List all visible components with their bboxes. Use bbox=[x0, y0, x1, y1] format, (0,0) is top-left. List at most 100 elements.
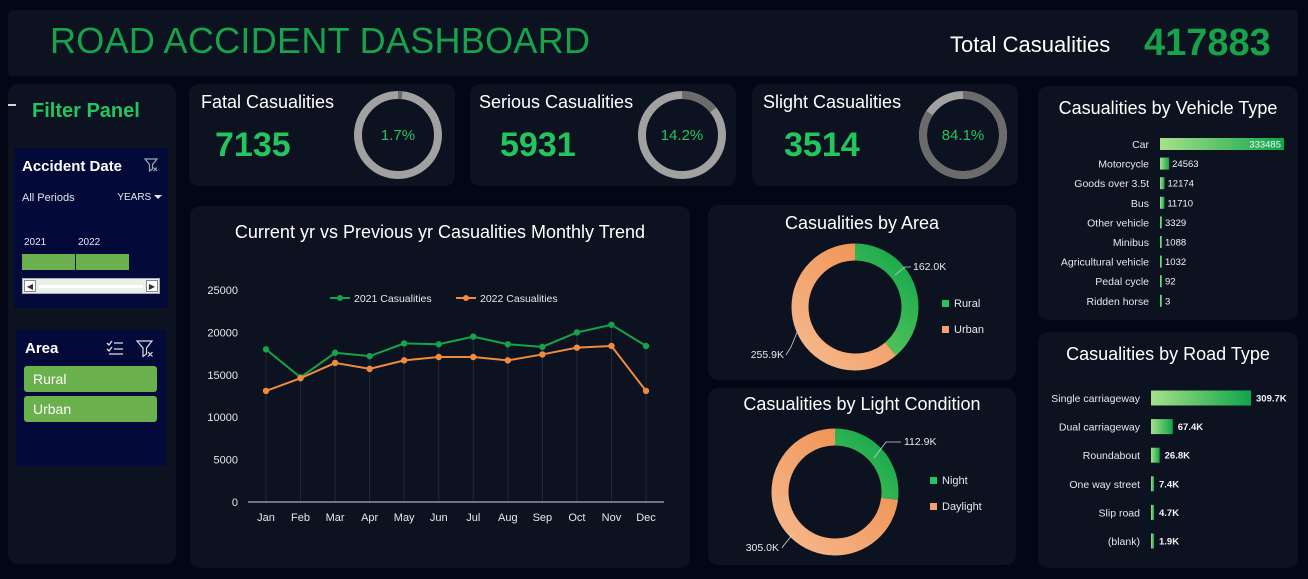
category-label: Goods over 3.5t bbox=[1074, 178, 1149, 190]
y-tick-label: 20000 bbox=[207, 327, 238, 339]
bar bbox=[1160, 236, 1162, 248]
x-tick-label: Aug bbox=[498, 512, 518, 524]
legend-swatch bbox=[942, 300, 949, 307]
accident-date-slicer: Accident Date All Periods YEARS 2021 202… bbox=[14, 148, 168, 308]
year-bar-2021[interactable] bbox=[22, 254, 75, 270]
legend-swatch bbox=[930, 477, 937, 484]
category-label: Minibus bbox=[1113, 237, 1149, 249]
value-label: 24563 bbox=[1172, 159, 1198, 170]
kpi-percentage: 14.2% bbox=[661, 127, 704, 144]
kpi-value: 7135 bbox=[215, 126, 291, 164]
category-label: Agricultural vehicle bbox=[1061, 257, 1149, 269]
scroll-track[interactable] bbox=[39, 285, 143, 288]
data-point bbox=[470, 353, 477, 361]
series-line-2022 bbox=[265, 344, 647, 392]
kpi-percentage: 1.7% bbox=[381, 127, 415, 144]
data-point bbox=[573, 344, 581, 351]
legend-label: Rural bbox=[954, 298, 980, 310]
data-point bbox=[573, 329, 581, 336]
year-bar-2022[interactable] bbox=[76, 254, 129, 270]
data-point bbox=[435, 341, 442, 348]
x-tick-label: Jan bbox=[257, 512, 275, 524]
legend-swatch bbox=[930, 503, 937, 510]
bar bbox=[1160, 255, 1162, 268]
total-casualities-label: Total Casualities bbox=[950, 32, 1111, 57]
category-label: Car bbox=[1132, 139, 1149, 151]
legend-label: Urban bbox=[954, 324, 984, 336]
total-casualities-value: 417883 bbox=[1144, 22, 1271, 64]
data-point bbox=[608, 321, 615, 328]
data-label: 305.0K bbox=[746, 542, 779, 554]
y-tick-label: 10000 bbox=[207, 412, 238, 424]
scroll-left-icon[interactable]: ◀ bbox=[24, 280, 36, 292]
bar bbox=[1160, 216, 1162, 229]
data-point bbox=[262, 387, 270, 395]
category-label: (blank) bbox=[1108, 536, 1140, 548]
kpi-card-serious: Serious Casualities 5931 14.2% bbox=[470, 84, 736, 186]
area-donut-chart: 162.0K 255.9K Rural Urban bbox=[751, 243, 984, 371]
x-tick-label: Nov bbox=[602, 512, 622, 524]
scroll-right-icon[interactable]: ▶ bbox=[146, 280, 158, 292]
period-text: All Periods bbox=[22, 192, 75, 204]
data-point bbox=[262, 346, 270, 353]
granularity-dropdown[interactable]: YEARS bbox=[117, 192, 162, 203]
light-condition-chart-panel: Casualities by Light Condition 112.9K 305… bbox=[708, 388, 1016, 565]
data-point bbox=[297, 374, 304, 382]
category-label: Motorcycle bbox=[1098, 159, 1149, 171]
data-point bbox=[608, 342, 615, 350]
x-tick-label: Apr bbox=[361, 512, 378, 524]
year-label-2022: 2022 bbox=[78, 237, 101, 248]
value-label: 1.9K bbox=[1159, 537, 1179, 548]
legend-label: Night bbox=[942, 475, 968, 487]
clear-filter-icon[interactable] bbox=[135, 340, 154, 363]
data-point bbox=[435, 353, 442, 361]
bar bbox=[1160, 177, 1165, 190]
x-tick-label: Feb bbox=[291, 512, 310, 524]
value-label: 67.4K bbox=[1178, 422, 1203, 433]
kpi-ring: 1.7% bbox=[354, 91, 442, 179]
legend-label: 2022 Casualities bbox=[480, 293, 558, 305]
value-label: 26.8K bbox=[1165, 451, 1190, 462]
y-tick-label: 15000 bbox=[207, 370, 238, 382]
bar bbox=[1160, 294, 1162, 307]
area-item-rural[interactable]: Rural bbox=[24, 366, 157, 392]
clear-filter-icon[interactable] bbox=[143, 158, 159, 177]
dashboard-title: ROAD ACCIDENT DASHBOARD bbox=[50, 20, 591, 61]
data-point bbox=[539, 343, 546, 351]
data-point bbox=[642, 342, 650, 350]
vehicle-type-chart-panel: Casualities by Vehicle Type Car 333485 Mot… bbox=[1038, 86, 1298, 320]
x-tick-label: Mar bbox=[326, 512, 345, 524]
road-type-bar-chart: Single carriageway 309.7K Dual carriageway… bbox=[1051, 390, 1287, 549]
legend-marker bbox=[463, 295, 469, 301]
vehicle-type-bar-chart: Car 333485 Motorcycle 24563 Goods over 3.5t 1… bbox=[1061, 138, 1284, 308]
data-point bbox=[366, 365, 373, 373]
x-tick-label: Jul bbox=[466, 512, 480, 524]
multi-select-icon[interactable] bbox=[106, 340, 124, 361]
data-point bbox=[331, 359, 339, 367]
kpi-card-fatal: Fatal Casualities 7135 1.7% bbox=[189, 84, 455, 186]
bar bbox=[1151, 447, 1160, 463]
area-slicer-title: Area bbox=[25, 340, 59, 357]
x-tick-label: Sep bbox=[533, 512, 553, 524]
y-tick-label: 25000 bbox=[207, 285, 238, 297]
series-line-2021 bbox=[265, 323, 647, 379]
kpi-percentage: 84.1% bbox=[942, 127, 985, 144]
bar bbox=[1151, 390, 1251, 406]
value-label: 333485 bbox=[1249, 140, 1281, 151]
category-label: Ridden horse bbox=[1087, 296, 1150, 308]
value-label: 3 bbox=[1165, 296, 1170, 307]
accident-date-slicer-title: Accident Date bbox=[22, 158, 123, 175]
bar bbox=[1160, 275, 1162, 288]
category-label: Roundabout bbox=[1083, 450, 1140, 462]
filter-panel: Filter Panel Accident Date All Periods Y… bbox=[8, 84, 176, 564]
value-label: 1088 bbox=[1165, 238, 1186, 249]
timeline-scrollbar[interactable]: ◀ ▶ bbox=[22, 278, 160, 294]
data-label: 162.0K bbox=[913, 261, 946, 273]
monthly-trend-chart: 25000 20000 15000 10000 5000 0 Jan Feb Mar Apr May… bbox=[207, 285, 664, 524]
kpi-label: Slight Casualities bbox=[763, 92, 902, 112]
leader-line bbox=[785, 329, 799, 356]
area-item-urban[interactable]: Urban bbox=[24, 396, 157, 422]
x-tick-label: Jun bbox=[430, 512, 448, 524]
value-label: 3329 bbox=[1165, 218, 1186, 229]
legend-swatch bbox=[942, 326, 949, 333]
